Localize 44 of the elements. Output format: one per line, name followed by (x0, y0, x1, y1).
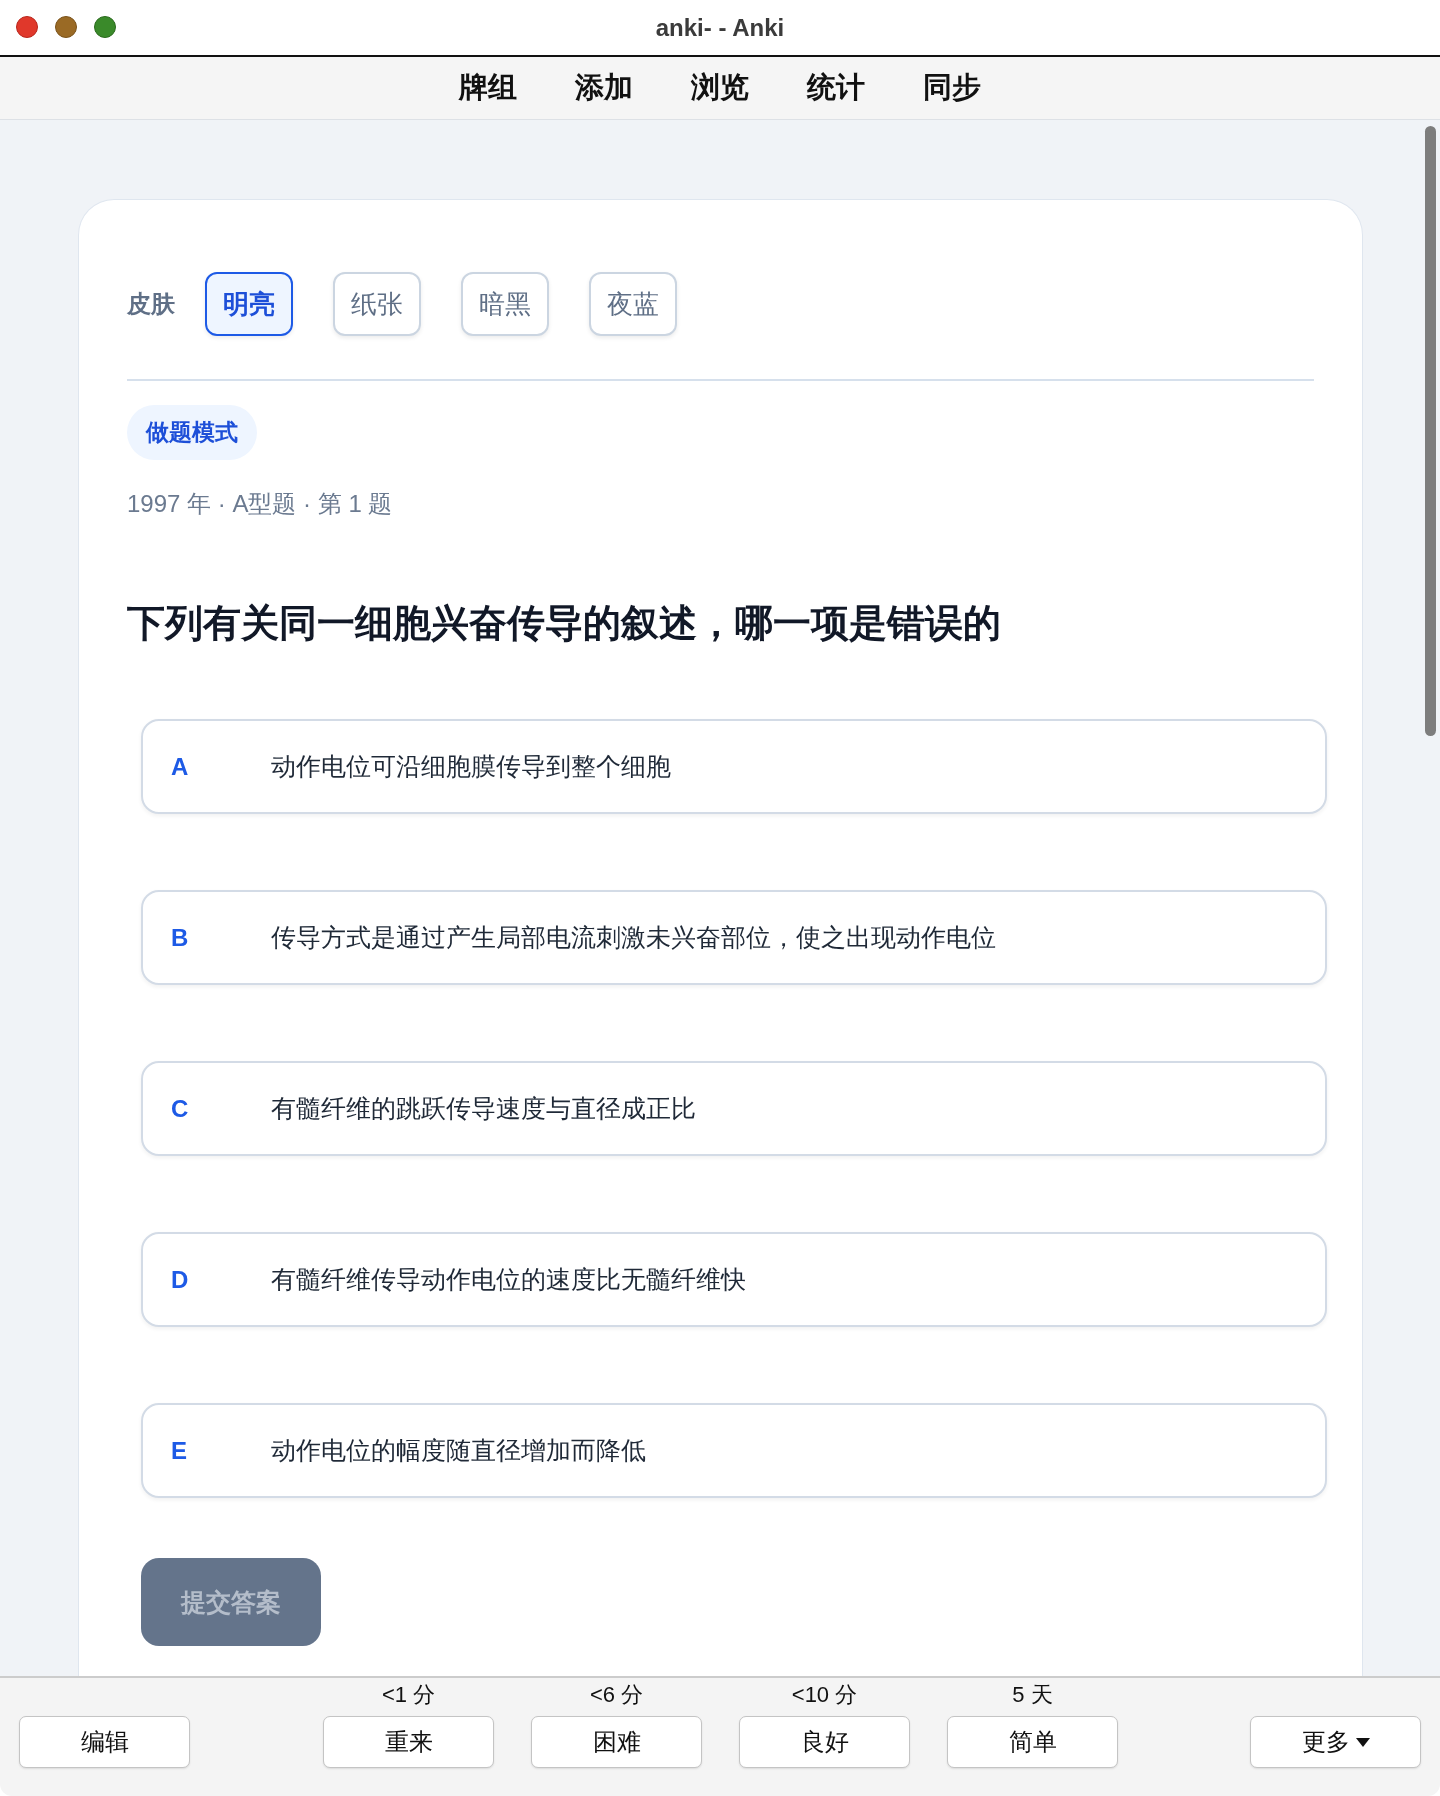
question-text: 下列有关同一细胞兴奋传导的叙述，哪一项是错误的 (127, 601, 1002, 646)
option-text: 动作电位可沿细胞膜传导到整个细胞 (271, 751, 671, 782)
option-text: 有髓纤维传导动作电位的速度比无髓纤维快 (271, 1264, 746, 1295)
skin-label: 皮肤 (127, 289, 175, 319)
option-letter: E (171, 1436, 188, 1465)
skin-button[interactable]: 夜蓝 (589, 272, 677, 336)
option-letter: C (171, 1094, 190, 1123)
answer-option[interactable]: C 有髓纤维的跳跃传导速度与直径成正比 (141, 1061, 1327, 1156)
window-title: anki- - Anki (655, 13, 785, 42)
option-text: 动作电位的幅度随直径增加而降低 (271, 1435, 646, 1466)
interval-label: <1 分 (381, 1681, 436, 1709)
zoom-window-icon[interactable] (94, 16, 116, 38)
option-letter: B (171, 923, 190, 952)
menu-link[interactable]: 统计 (807, 68, 865, 108)
close-window-icon[interactable] (16, 16, 38, 38)
skin-button[interactable]: 纸张 (333, 272, 421, 336)
question-meta: 1997 年 · A型题 · 第 1 题 (127, 489, 394, 519)
interval-label: <6 分 (589, 1681, 644, 1709)
option-text: 传导方式是通过产生局部电流刺激未兴奋部位，使之出现动作电位 (271, 922, 996, 953)
answer-button[interactable]: 重来 (323, 1716, 494, 1768)
menu-link[interactable]: 浏览 (691, 68, 749, 108)
answer-option[interactable]: A 动作电位可沿细胞膜传导到整个细胞 (141, 719, 1327, 814)
option-letter: A (171, 752, 190, 781)
skin-button[interactable]: 暗黑 (461, 272, 549, 336)
answer-option[interactable]: B 传导方式是通过产生局部电流刺激未兴奋部位，使之出现动作电位 (141, 890, 1327, 985)
scrollbar-thumb[interactable] (1425, 126, 1436, 736)
more-button[interactable]: 更多 (1250, 1716, 1421, 1768)
mode-badge: 做题模式 (127, 405, 257, 460)
option-text: 有髓纤维的跳跃传导速度与直径成正比 (271, 1093, 696, 1124)
menu-link[interactable]: 添加 (575, 68, 633, 108)
menu-link[interactable]: 同步 (923, 68, 981, 108)
skin-button[interactable]: 明亮 (205, 272, 293, 336)
interval-label: 5 天 (1012, 1681, 1053, 1709)
caret-icon (1355, 1737, 1370, 1747)
interval-label: <10 分 (791, 1681, 858, 1709)
answer-button[interactable]: 简单 (947, 1716, 1118, 1768)
edit-button[interactable]: 编辑 (19, 1716, 190, 1768)
answer-option[interactable]: D 有髓纤维传导动作电位的速度比无髓纤维快 (141, 1232, 1327, 1327)
answer-option[interactable]: E 动作电位的幅度随直径增加而降低 (141, 1403, 1327, 1498)
menu-link[interactable]: 牌组 (459, 68, 517, 108)
minimize-window-icon[interactable] (55, 16, 77, 38)
answer-button[interactable]: 良好 (739, 1716, 910, 1768)
option-letter: D (171, 1265, 190, 1294)
answer-button[interactable]: 困难 (531, 1716, 702, 1768)
